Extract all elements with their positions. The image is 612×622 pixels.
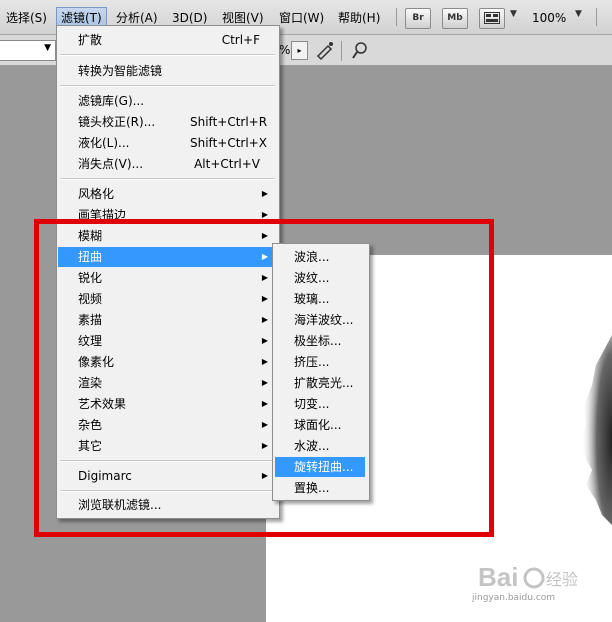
menu-item-convert-smart-filter[interactable]: 转换为智能滤镜 [58,61,277,81]
menu-item-liquify[interactable]: 液化(L)... Shift+Ctrl+X [58,133,277,153]
menu-help[interactable]: 帮助(H) [338,10,380,26]
menu-item-lens-correction[interactable]: 镜头校正(R)... Shift+Ctrl+R [58,112,277,132]
menu-analysis[interactable]: 分析(A) [116,10,158,26]
menu-item-filter-gallery[interactable]: 滤镜库(G)... [58,91,277,111]
chevron-down-icon[interactable]: ▼ [510,9,517,19]
menu-view[interactable]: 视图(V) [222,10,264,26]
menu-item-vanishing-point[interactable]: 消失点(V)... Alt+Ctrl+V [58,154,277,174]
svg-text:经验: 经验 [546,570,578,589]
flow-spinner[interactable]: ▸ [291,41,308,60]
watermark-logo: Bai 经验 [478,562,578,592]
zoom-level[interactable]: 100% [532,10,566,26]
menu-separator [60,54,275,56]
menu-separator [60,178,275,180]
tablet-pressure-icon[interactable] [349,39,371,61]
view-extras-button[interactable] [479,8,505,29]
optbar-divider [341,41,342,61]
menu-separator [60,85,275,87]
submenu-arrow-icon: ▶ [261,189,268,198]
annotation-highlight-box [34,219,494,537]
chevron-down-icon[interactable]: ▼ [575,9,582,19]
mini-bridge-button[interactable]: Mb [442,8,468,29]
menubar-divider [396,8,397,26]
percent-suffix: % [279,43,291,57]
tool-preset-select[interactable]: ▼ [0,40,56,61]
menu-item-stylize[interactable]: 风格化 ▶ [58,184,277,204]
watermark-url: jingyan.baidu.com [472,593,556,603]
airbrush-icon[interactable] [314,39,336,61]
svg-text:Bai: Bai [478,562,518,592]
menu-select[interactable]: 选择(S) [6,10,47,26]
menu-3d[interactable]: 3D(D) [172,10,207,26]
menu-window[interactable]: 窗口(W) [279,10,324,26]
menubar-divider [596,8,597,26]
menu-item-last-filter[interactable]: 扩散 Ctrl+F [58,30,277,50]
chevron-down-icon: ▼ [44,43,51,53]
view-extras-icon [484,12,500,24]
bridge-button[interactable]: Br [405,8,431,29]
